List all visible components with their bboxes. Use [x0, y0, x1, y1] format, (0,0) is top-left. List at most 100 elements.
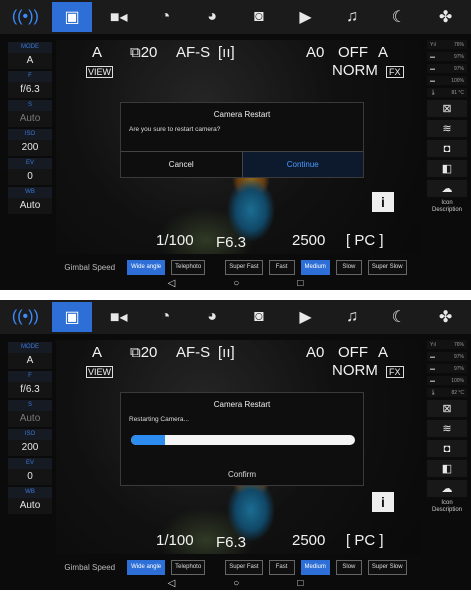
overlay-aperture: F6.3	[216, 534, 247, 551]
back-icon[interactable]: ◁	[168, 578, 176, 589]
timer-icon: ◔	[160, 8, 171, 25]
speed-fast[interactable]: Fast	[268, 559, 295, 575]
tab-video[interactable]: ■◂	[99, 302, 139, 332]
home-icon[interactable]: ○	[233, 278, 239, 289]
wifi-button[interactable]: ≋	[427, 420, 467, 437]
tab-video[interactable]: ■◂	[99, 2, 139, 32]
icon-description-link[interactable]: Icon Description	[427, 200, 467, 214]
overlay-shots: ⧉20	[130, 44, 158, 61]
speed-super-slow[interactable]: Super Slow	[367, 259, 407, 275]
wb-value[interactable]: Auto	[8, 198, 52, 214]
tab-music[interactable]: ♫	[332, 302, 372, 332]
overlay-wb: A0	[306, 44, 325, 61]
home-icon[interactable]: ○	[233, 578, 239, 589]
speed-fast[interactable]: Fast	[268, 259, 295, 275]
camera-settings-icon: ◙	[253, 308, 264, 325]
speed-wide-angle[interactable]: Wide angle	[127, 559, 166, 575]
camera-settings-icon: ◙	[253, 8, 264, 25]
aperture-value[interactable]: f/6.3	[8, 82, 52, 98]
gallery-button[interactable]: ◧	[427, 160, 467, 177]
restarting-dialog: Camera Restart Restarting Camera... Conf…	[120, 392, 364, 486]
tab-timer[interactable]: ◔	[145, 302, 185, 332]
tab-camera[interactable]: ▣	[52, 2, 93, 32]
signal-stat: Yıl 76%	[427, 40, 467, 49]
aperture-value[interactable]: f/6.3	[8, 382, 52, 398]
mode-value[interactable]: A	[8, 353, 52, 369]
shutter-label: S	[8, 100, 52, 111]
iso-value[interactable]: 200	[8, 440, 52, 456]
speed-telephoto[interactable]: Telephoto	[171, 559, 206, 575]
top-tab-bar: ((•)) ▣ ■◂ ◔ ◕ ◙ ▶ ♫ ☾ ✤	[0, 300, 471, 334]
overlay-pc: [ PC ]	[346, 532, 384, 549]
tab-play[interactable]: ▶	[285, 2, 325, 32]
tab-timer[interactable]: ◔	[145, 2, 185, 32]
speed-medium[interactable]: Medium	[300, 259, 330, 275]
upload-button[interactable]: ☁	[427, 480, 467, 497]
battery-icon: ▬	[430, 53, 435, 60]
ev-value[interactable]: 0	[8, 469, 52, 485]
iso-value[interactable]: 200	[8, 140, 52, 156]
gimbal-speed-label: Gimbal Speed	[64, 262, 116, 272]
speed-slow[interactable]: Slow	[335, 259, 362, 275]
overlay-shutter: 1/100	[156, 532, 194, 549]
info-icon[interactable]: i	[372, 492, 394, 512]
info-icon[interactable]: i	[372, 192, 394, 212]
camera-params-panel: MODE A F f/6.3 S Auto ISO 200 EV 0 WB Au…	[8, 340, 52, 556]
upload-button[interactable]: ☁	[427, 180, 467, 197]
tab-timelapse[interactable]: ◕	[192, 2, 232, 32]
gimbal-icon: ((•))	[11, 8, 39, 25]
mode-value[interactable]: A	[8, 53, 52, 69]
tab-fan[interactable]: ✤	[426, 302, 466, 332]
icon-description-link[interactable]: Icon Description	[427, 500, 467, 514]
speed-super-fast[interactable]: Super Fast	[225, 259, 263, 275]
confirm-button[interactable]: Confirm	[121, 470, 363, 479]
speed-super-fast[interactable]: Super Fast	[225, 559, 263, 575]
recents-icon[interactable]: □	[297, 578, 303, 589]
tab-play[interactable]: ▶	[285, 302, 325, 332]
recents-icon[interactable]: □	[297, 278, 303, 289]
wifi-button[interactable]: ≋	[427, 120, 467, 137]
tab-gimbal[interactable]: ((•))	[5, 302, 45, 332]
tab-gimbal[interactable]: ((•))	[5, 2, 45, 32]
wb-value[interactable]: Auto	[8, 498, 52, 514]
battery2-icon: ▬	[430, 365, 435, 372]
shutter-value[interactable]: Auto	[8, 411, 52, 427]
play-icon: ▶	[299, 9, 312, 26]
tab-camera[interactable]: ▣	[52, 302, 93, 332]
gallery-button[interactable]: ◧	[427, 460, 467, 477]
overlay-af: AF-S	[176, 344, 211, 361]
tab-night[interactable]: ☾	[379, 2, 419, 32]
signal-stat: Yıl 76%	[427, 340, 467, 349]
status-panel: Yıl 76% ▬ 97% ▬ 97% ▬ 100% 🌡 82 °C ⊠ ≋ ◘ ◧ ☁ …	[427, 340, 467, 556]
camera-button[interactable]: ◘	[427, 440, 467, 457]
continue-button[interactable]: Continue	[241, 152, 363, 177]
camera-button[interactable]: ◘	[427, 140, 467, 157]
tab-music[interactable]: ♫	[332, 2, 372, 32]
wb-label: WB	[8, 487, 52, 498]
remote-icon: ⊠	[442, 103, 452, 115]
back-icon[interactable]: ◁	[168, 278, 176, 289]
tab-timelapse[interactable]: ◕	[192, 302, 232, 332]
remote-button[interactable]: ⊠	[427, 100, 467, 117]
music-icon: ♫	[346, 308, 359, 325]
overlay-quality: NORM	[332, 62, 378, 79]
gimbal-speed-row: Gimbal Speed Wide angle Telephoto Super …	[0, 558, 471, 576]
remote-button[interactable]: ⊠	[427, 400, 467, 417]
speed-wide-angle[interactable]: Wide angle	[127, 259, 166, 275]
speed-medium[interactable]: Medium	[300, 559, 330, 575]
tab-fan[interactable]: ✤	[426, 2, 466, 32]
ev-value[interactable]: 0	[8, 169, 52, 185]
cancel-button[interactable]: Cancel	[121, 152, 242, 177]
top-tab-bar: ((•)) ▣ ■◂ ◔ ◕ ◙ ▶ ♫ ☾ ✤	[0, 0, 471, 34]
speed-slow[interactable]: Slow	[335, 559, 362, 575]
restart-confirm-dialog: Camera Restart Are you sure to restart c…	[120, 102, 364, 178]
speed-super-slow[interactable]: Super Slow	[367, 559, 407, 575]
shutter-value[interactable]: Auto	[8, 111, 52, 127]
tab-camera-settings[interactable]: ◙	[239, 2, 279, 32]
tab-night[interactable]: ☾	[379, 302, 419, 332]
battery2-stat: ▬ 97%	[427, 64, 467, 73]
tab-camera-settings[interactable]: ◙	[239, 302, 279, 332]
temperature-stat: 🌡 82 °C	[427, 388, 467, 397]
battery3-stat: ▬ 100%	[427, 76, 467, 85]
speed-telephoto[interactable]: Telephoto	[171, 259, 206, 275]
